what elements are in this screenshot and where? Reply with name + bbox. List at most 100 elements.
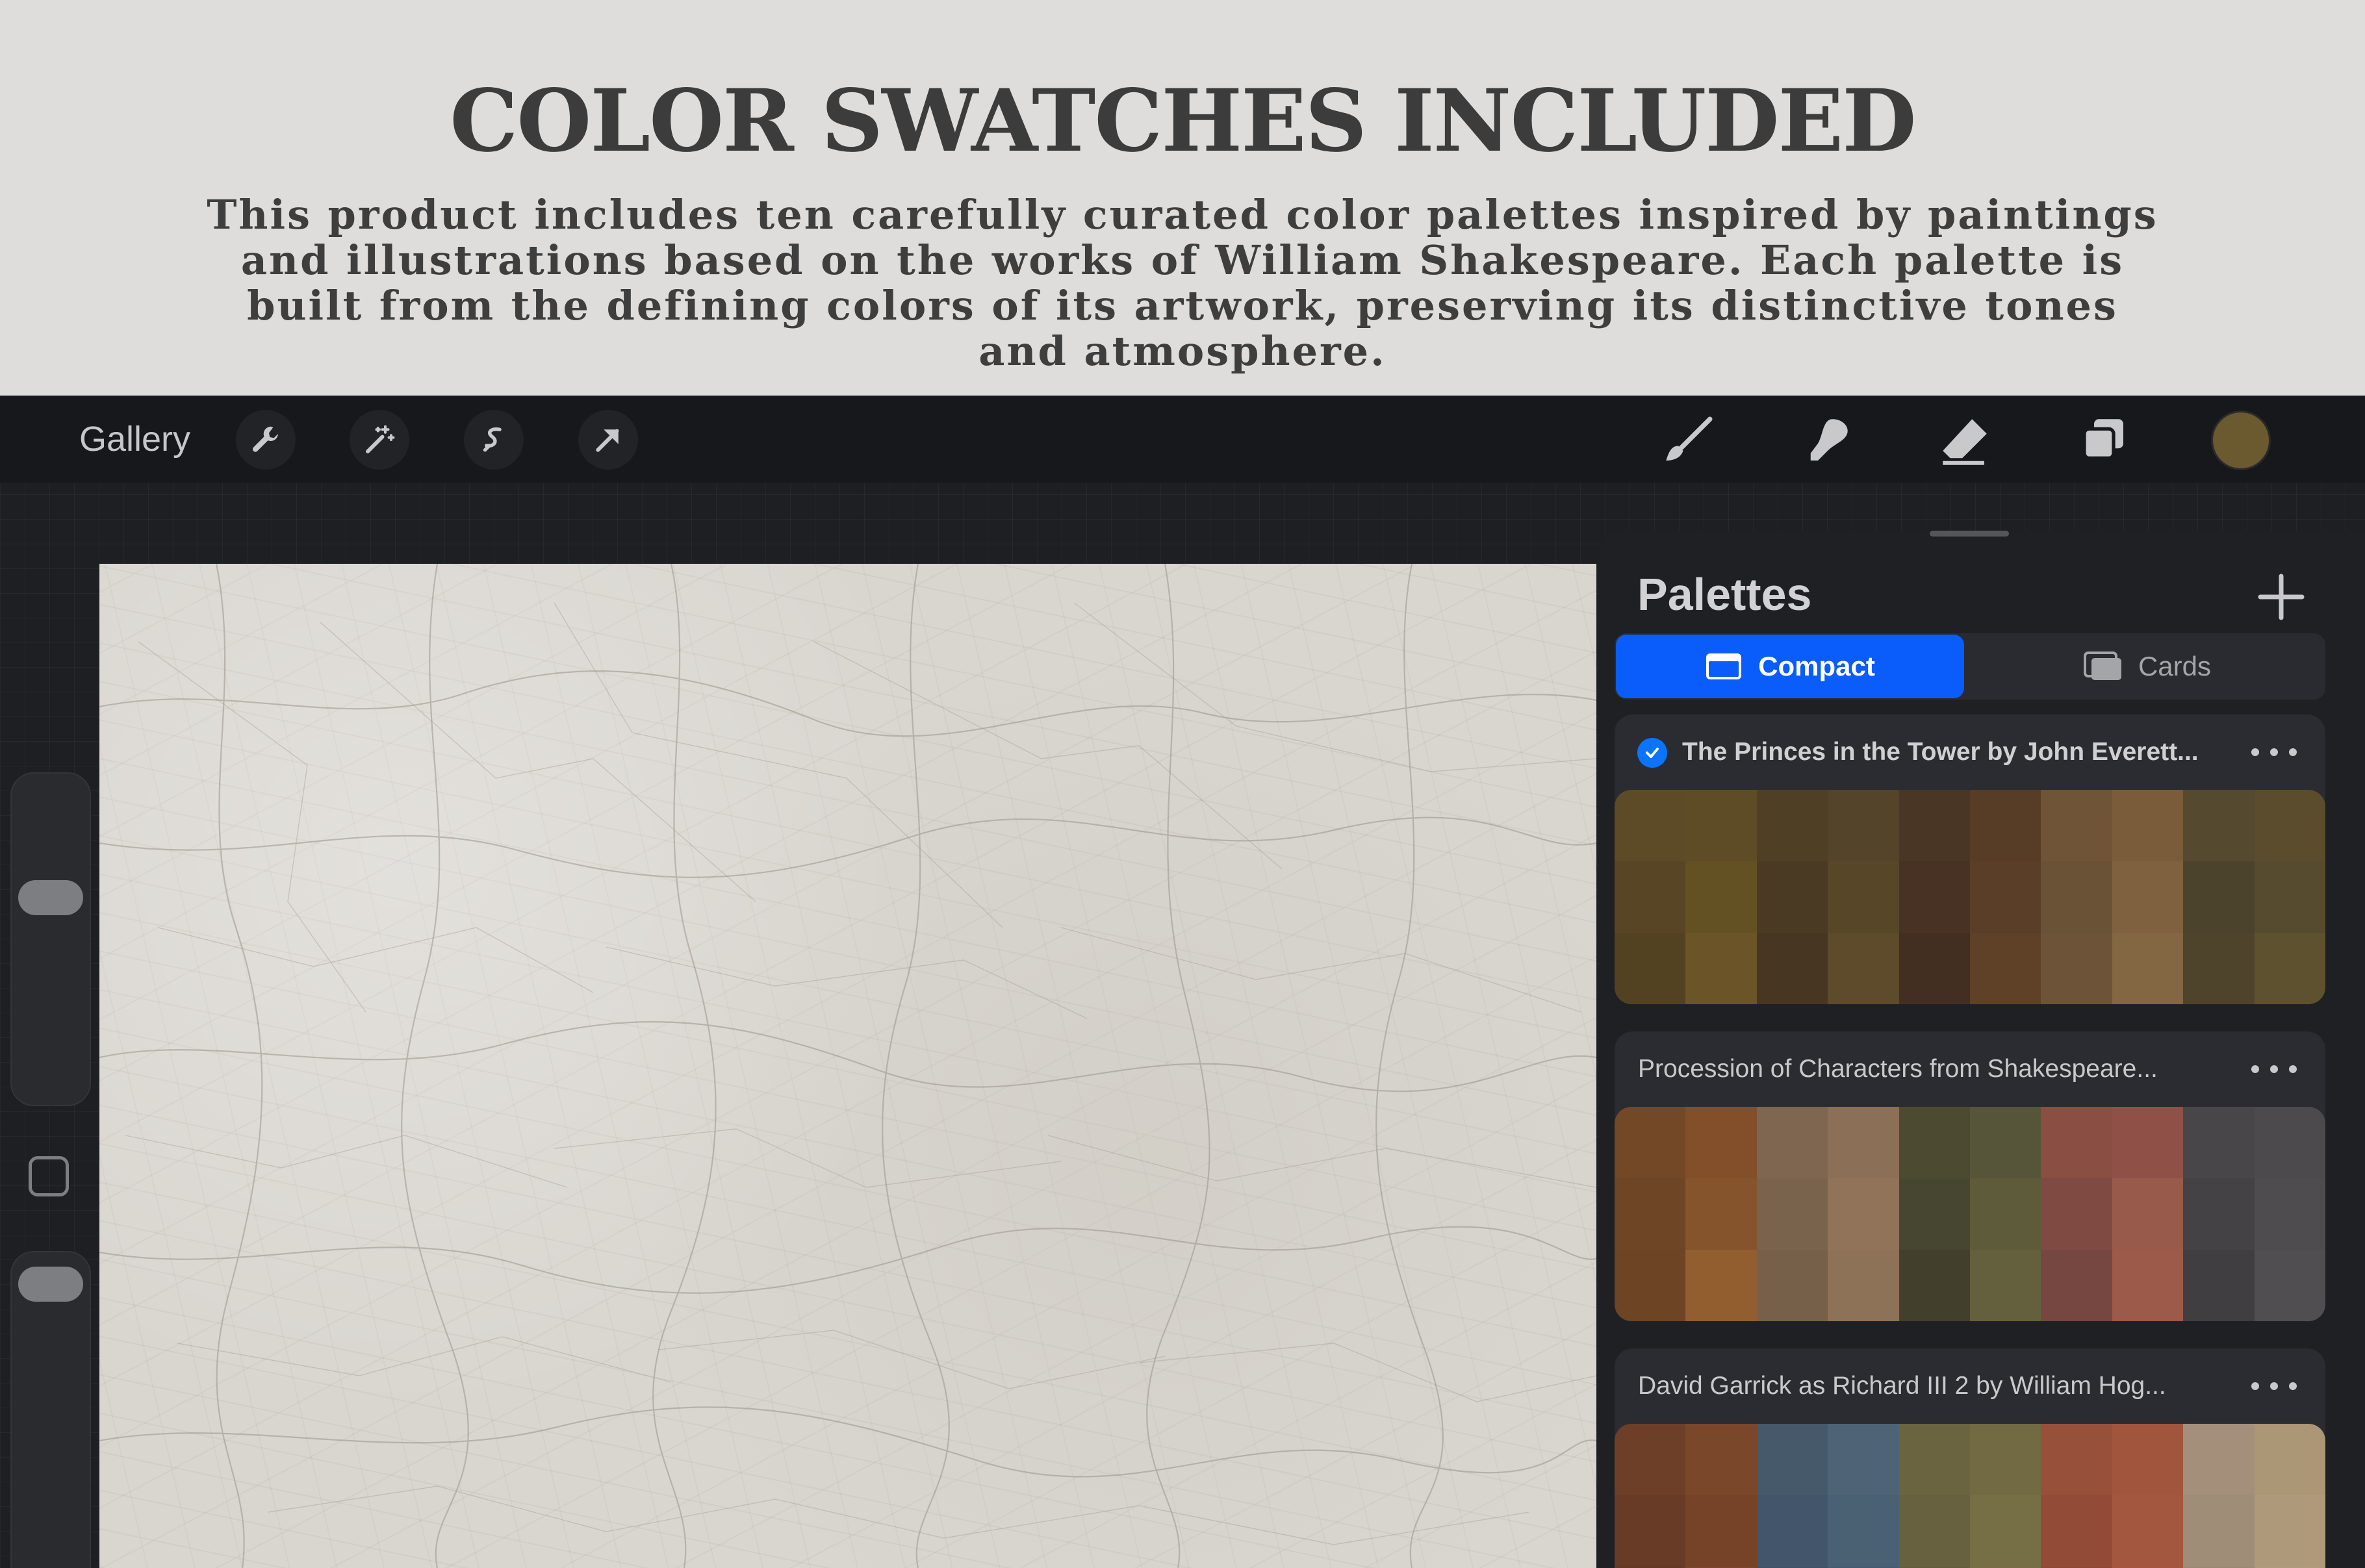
color-swatch[interactable]	[1615, 1424, 1686, 1495]
color-swatch[interactable]	[2112, 1495, 2184, 1567]
color-swatch[interactable]	[1970, 1250, 2041, 1321]
color-swatch[interactable]	[1828, 1107, 1899, 1178]
compact-tab[interactable]: Compact	[1616, 635, 1964, 698]
color-swatch[interactable]	[2183, 1107, 2255, 1178]
color-swatch[interactable]	[1615, 1107, 1686, 1178]
default-check-icon[interactable]	[1637, 738, 1667, 768]
color-swatch[interactable]	[1898, 790, 1970, 861]
color-swatch[interactable]	[1970, 1107, 2041, 1178]
color-swatch[interactable]	[1756, 933, 1828, 1004]
color-swatch[interactable]	[2041, 1178, 2112, 1250]
color-swatch[interactable]	[1970, 1424, 2041, 1495]
color-swatch[interactable]	[2041, 1250, 2112, 1321]
brush-size-handle[interactable]	[18, 880, 83, 915]
drawing-canvas[interactable]	[99, 564, 1596, 1568]
color-swatch[interactable]	[2254, 1424, 2325, 1495]
color-swatch[interactable]	[2041, 790, 2112, 861]
color-swatch[interactable]	[2041, 1495, 2112, 1567]
color-swatch[interactable]	[2254, 1178, 2325, 1250]
color-swatch[interactable]	[1970, 933, 2041, 1004]
color-swatch[interactable]	[1756, 861, 1828, 933]
color-swatch[interactable]	[1756, 1250, 1828, 1321]
color-swatch[interactable]	[1756, 1424, 1828, 1495]
color-swatch[interactable]	[1685, 1107, 1757, 1178]
color-swatch[interactable]	[2183, 1424, 2255, 1495]
palette-card[interactable]: David Garrick as Richard III 2 by Willia…	[1615, 1348, 2325, 1568]
add-palette-button[interactable]	[2255, 571, 2307, 623]
color-picker-button[interactable]	[2213, 412, 2269, 468]
color-swatch[interactable]	[2112, 1178, 2184, 1250]
color-swatch[interactable]	[1828, 1178, 1899, 1250]
palette-card[interactable]: The Princes in the Tower by John Everett…	[1615, 714, 2325, 1004]
color-swatch[interactable]	[1898, 1250, 1970, 1321]
color-swatch[interactable]	[1615, 1495, 1686, 1567]
color-swatch[interactable]	[1685, 1424, 1757, 1495]
color-swatch[interactable]	[1756, 1495, 1828, 1567]
color-swatch[interactable]	[1970, 861, 2041, 933]
color-swatch[interactable]	[1898, 1178, 1970, 1250]
color-swatch[interactable]	[2041, 861, 2112, 933]
move-arrow-icon[interactable]	[578, 410, 638, 470]
color-swatch[interactable]	[2112, 1107, 2184, 1178]
color-swatch[interactable]	[2183, 861, 2255, 933]
more-options-icon[interactable]	[2251, 734, 2297, 770]
selection-icon[interactable]	[464, 410, 524, 470]
color-swatch[interactable]	[2041, 933, 2112, 1004]
color-swatch[interactable]	[1828, 1250, 1899, 1321]
more-options-icon[interactable]	[2251, 1051, 2297, 1087]
color-swatch[interactable]	[1898, 1107, 1970, 1178]
color-swatch[interactable]	[1898, 861, 1970, 933]
opacity-slider[interactable]	[10, 1251, 91, 1568]
magic-wand-icon[interactable]	[350, 410, 409, 470]
brush-size-slider[interactable]	[10, 772, 91, 1106]
color-swatch[interactable]	[1615, 1178, 1686, 1250]
color-swatch[interactable]	[1828, 1424, 1899, 1495]
color-swatch[interactable]	[1970, 1495, 2041, 1567]
more-options-icon[interactable]	[2251, 1368, 2297, 1404]
color-swatch[interactable]	[1615, 861, 1686, 933]
color-swatch[interactable]	[1828, 861, 1899, 933]
cards-tab[interactable]: Cards	[1971, 635, 2324, 698]
color-swatch[interactable]	[1685, 1250, 1757, 1321]
color-swatch[interactable]	[2183, 1495, 2255, 1567]
color-swatch[interactable]	[2183, 790, 2255, 861]
opacity-handle[interactable]	[18, 1267, 83, 1302]
color-swatch[interactable]	[1828, 933, 1899, 1004]
color-swatch[interactable]	[1970, 1178, 2041, 1250]
color-swatch[interactable]	[1615, 790, 1686, 861]
color-swatch[interactable]	[2112, 790, 2184, 861]
color-swatch[interactable]	[1756, 790, 1828, 861]
brush-icon[interactable]	[1657, 410, 1719, 472]
color-swatch[interactable]	[1685, 861, 1757, 933]
color-swatch[interactable]	[2183, 1178, 2255, 1250]
color-swatch[interactable]	[1615, 933, 1686, 1004]
color-swatch[interactable]	[2041, 1424, 2112, 1495]
color-swatch[interactable]	[1898, 933, 1970, 1004]
color-swatch[interactable]	[1685, 1495, 1757, 1567]
color-swatch[interactable]	[2112, 1424, 2184, 1495]
layers-icon[interactable]	[2073, 410, 2135, 472]
color-swatch[interactable]	[1685, 790, 1757, 861]
palette-card[interactable]: Procession of Characters from Shakespear…	[1615, 1031, 2325, 1321]
color-swatch[interactable]	[1685, 1178, 1757, 1250]
color-swatch[interactable]	[2041, 1107, 2112, 1178]
color-swatch[interactable]	[2254, 1250, 2325, 1321]
color-swatch[interactable]	[2112, 1250, 2184, 1321]
color-swatch[interactable]	[1898, 1424, 1970, 1495]
color-swatch[interactable]	[1756, 1107, 1828, 1178]
modify-button[interactable]	[29, 1156, 69, 1196]
color-swatch[interactable]	[1615, 1250, 1686, 1321]
smudge-icon[interactable]	[1796, 410, 1859, 472]
color-swatch[interactable]	[2254, 1107, 2325, 1178]
color-swatch[interactable]	[1970, 790, 2041, 861]
color-swatch[interactable]	[1828, 1495, 1899, 1567]
panel-grabber[interactable]	[1930, 531, 2009, 537]
color-swatch[interactable]	[1756, 1178, 1828, 1250]
wrench-icon[interactable]	[236, 410, 296, 470]
color-swatch[interactable]	[2254, 790, 2325, 861]
color-swatch[interactable]	[1898, 1495, 1970, 1567]
color-swatch[interactable]	[2112, 933, 2184, 1004]
color-swatch[interactable]	[2254, 1495, 2325, 1567]
gallery-button[interactable]: Gallery	[79, 416, 190, 462]
color-swatch[interactable]	[1828, 790, 1899, 861]
